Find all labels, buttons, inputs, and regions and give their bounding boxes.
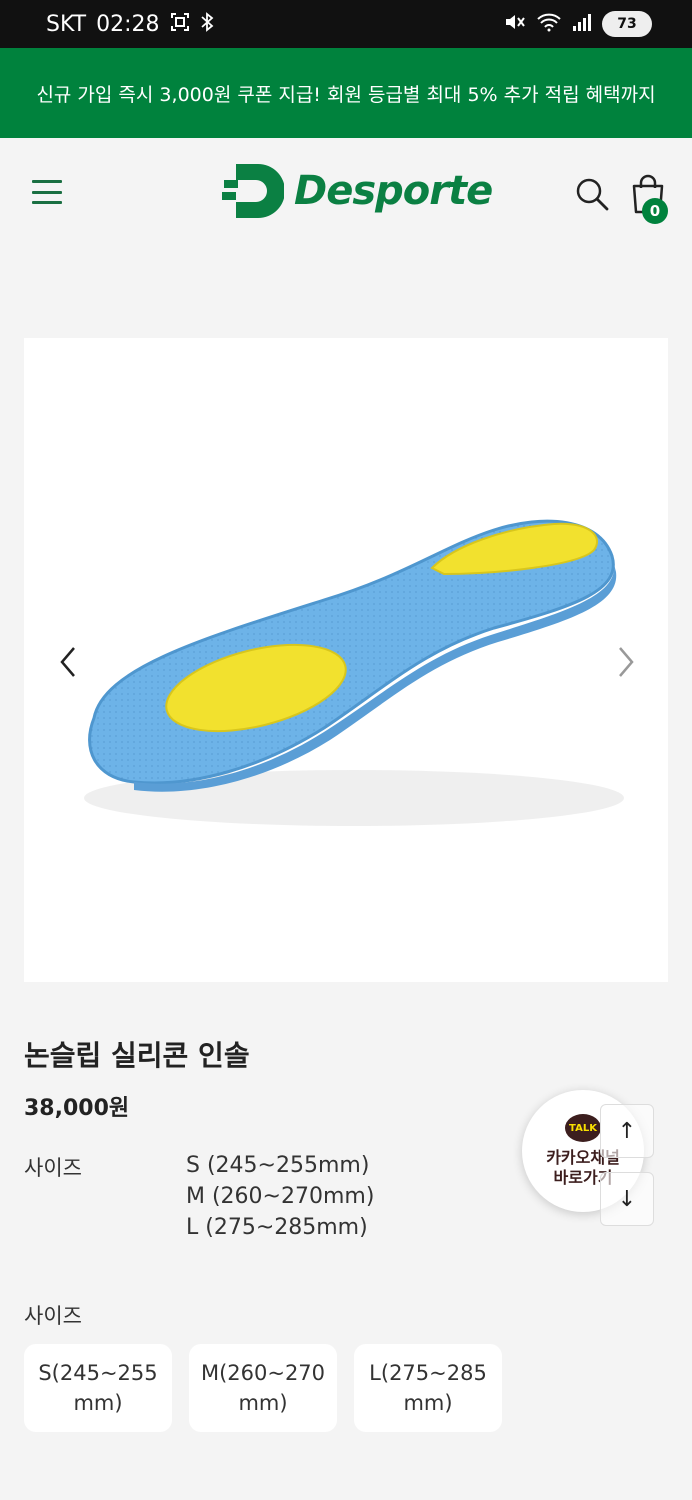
product-image-gallery[interactable] [24,338,668,982]
wifi-icon [536,12,562,37]
size-option-text: L(275~285 mm) [369,1361,487,1415]
scroll-up-arrow-icon[interactable]: ↑ [600,1104,654,1158]
logo-mark-icon [222,164,284,218]
bluetooth-icon [200,11,214,37]
clock: 02:28 [96,11,160,37]
promo-banner[interactable]: 신규 가입 즉시 3,000원 쿠폰 지급! 회원 등급별 최대 5% 추가 적… [0,48,692,138]
spec-size-label: 사이즈 [24,1156,82,1180]
product-price: 38,000원 [24,1096,130,1121]
next-image-chevron-right-icon[interactable] [610,644,640,680]
size-option-text: S(245~255 mm) [38,1361,158,1415]
signal-icon [572,12,592,37]
site-header: Desporte 0 [0,138,692,248]
spec-size-value: L (275~285mm) [186,1215,368,1240]
screenshot-icon [170,12,190,37]
carrier-label: SKT [46,11,87,37]
mute-icon [504,12,526,37]
size-option-label: 사이즈 [24,1304,82,1328]
search-icon[interactable] [574,176,610,212]
product-image [84,519,624,826]
size-option-text: M(260~270 mm) [200,1361,326,1415]
spec-size-value: S (245~255mm) [186,1153,370,1178]
kakao-talk-icon: TALK [565,1114,601,1142]
size-option-l-button[interactable]: L(275~285 mm) [354,1344,502,1432]
cart-count-badge: 0 [642,198,668,224]
brand-logo[interactable]: Desporte [222,162,493,220]
shopping-bag-icon[interactable]: 0 [630,174,670,224]
promo-text: 신규 가입 즉시 3,000원 쿠폰 지급! 회원 등급별 최대 5% 추가 적… [36,83,656,106]
spec-size-value: M (260~270mm) [186,1184,375,1209]
scroll-down-arrow-icon[interactable]: ↓ [600,1172,654,1226]
hamburger-menu-icon[interactable] [32,180,62,204]
battery-indicator: 73 [602,11,652,37]
product-title: 논슬립 실리콘 인솔 [24,1039,250,1072]
size-option-s-button[interactable]: S(245~255 mm) [24,1344,172,1432]
size-option-m-button[interactable]: M(260~270 mm) [189,1344,337,1432]
previous-image-chevron-left-icon[interactable] [54,644,84,680]
spec-size-values: S (245~255mm) M (260~270mm) L (275~285mm… [186,1150,374,1243]
status-bar: SKT 02:28 73 [0,0,692,48]
logo-wordmark: Desporte [294,168,493,214]
